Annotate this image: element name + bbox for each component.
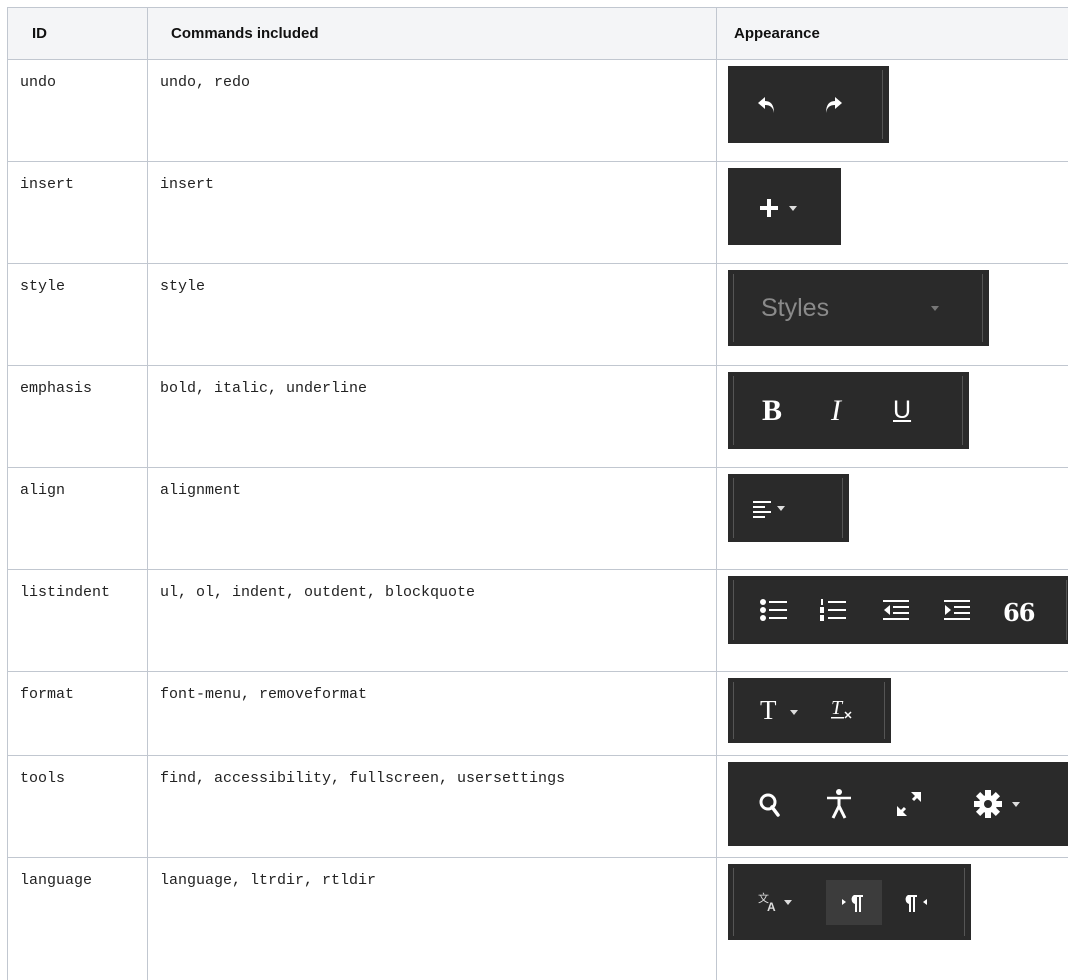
separator — [733, 868, 734, 936]
outdent-icon[interactable] — [883, 599, 909, 621]
bold-button[interactable]: B — [762, 394, 782, 428]
row-commands: insert — [148, 162, 717, 264]
separator — [884, 682, 885, 739]
separator — [842, 478, 843, 538]
underline-button[interactable]: U — [893, 396, 911, 425]
separator — [964, 868, 965, 936]
row-id: insert — [8, 162, 148, 264]
row-appearance: 66 — [717, 570, 1068, 672]
separator — [733, 682, 734, 739]
row-id: emphasis — [8, 366, 148, 468]
chevron-down-icon — [790, 710, 798, 715]
header-id: ID — [8, 8, 148, 60]
row-id: undo — [8, 60, 148, 162]
table-row: tools find, accessibility, fullscreen, u… — [8, 756, 1068, 858]
row-id: listindent — [8, 570, 148, 672]
row-appearance: T T — [717, 672, 1068, 756]
row-appearance — [717, 60, 1068, 162]
row-id: align — [8, 468, 148, 570]
numbered-list-icon[interactable] — [819, 599, 847, 621]
table-row: emphasis bold, italic, underline B I U — [8, 366, 1068, 468]
table-row: language language, ltrdir, rtldir 文A — [8, 858, 1068, 980]
tools-toolbar — [728, 762, 1068, 846]
row-appearance — [717, 162, 1068, 264]
blockquote-icon[interactable]: 66 — [1003, 598, 1034, 627]
separator — [962, 376, 963, 445]
row-commands: alignment — [148, 468, 717, 570]
commands-table: ID Commands included Appearance undo und… — [7, 7, 1068, 980]
bullet-list-icon[interactable] — [760, 599, 788, 621]
separator — [1066, 580, 1067, 640]
row-id: tools — [8, 756, 148, 858]
row-appearance: 文A — [717, 858, 1068, 980]
chevron-down-icon — [931, 306, 939, 311]
table-row: align alignment — [8, 468, 1068, 570]
svg-text:A: A — [767, 900, 776, 913]
translate-icon[interactable]: 文A — [758, 891, 780, 913]
insert-toolbar — [728, 168, 841, 245]
row-appearance: B I U — [717, 366, 1068, 468]
header-commands: Commands included — [148, 8, 717, 60]
row-commands: language, ltrdir, rtldir — [148, 858, 717, 980]
accessibility-icon[interactable] — [825, 789, 853, 819]
row-id: format — [8, 672, 148, 756]
emphasis-toolbar: B I U — [728, 372, 969, 449]
rtl-paragraph-icon[interactable] — [905, 893, 929, 913]
table-row: style style Styles — [8, 264, 1068, 366]
row-id: style — [8, 264, 148, 366]
row-appearance: Styles — [717, 264, 1068, 366]
header-appearance: Appearance — [717, 8, 1068, 60]
chevron-down-icon — [1012, 802, 1020, 807]
undo-toolbar — [728, 66, 889, 143]
separator — [982, 274, 983, 342]
plus-icon[interactable] — [758, 197, 780, 219]
font-menu-button[interactable]: T — [760, 695, 777, 726]
row-id: language — [8, 858, 148, 980]
header-row: ID Commands included Appearance — [8, 8, 1068, 60]
italic-button[interactable]: I — [831, 394, 841, 428]
table-row: format font-menu, removeformat T T — [8, 672, 1068, 756]
table-row: insert insert — [8, 162, 1068, 264]
svg-text:T: T — [831, 697, 844, 719]
ltr-paragraph-icon — [841, 893, 865, 913]
remove-format-icon[interactable]: T — [830, 697, 854, 721]
chevron-down-icon — [789, 206, 797, 211]
format-toolbar: T T — [728, 678, 891, 743]
row-commands: bold, italic, underline — [148, 366, 717, 468]
chevron-down-icon — [777, 506, 785, 511]
row-appearance — [717, 468, 1068, 570]
redo-icon[interactable] — [822, 94, 844, 116]
table-row: listindent ul, ol, indent, outdent, bloc… — [8, 570, 1068, 672]
row-appearance — [717, 756, 1068, 858]
row-commands: font-menu, removeformat — [148, 672, 717, 756]
row-commands: undo, redo — [148, 60, 717, 162]
fullscreen-icon[interactable] — [895, 790, 923, 818]
language-toolbar: 文A — [728, 864, 971, 940]
chevron-down-icon — [784, 900, 792, 905]
indent-icon[interactable] — [944, 599, 970, 621]
row-commands: find, accessibility, fullscreen, userset… — [148, 756, 717, 858]
separator — [733, 376, 734, 445]
table-row: undo undo, redo — [8, 60, 1068, 162]
row-commands: ul, ol, indent, outdent, blockquote — [148, 570, 717, 672]
row-commands: style — [148, 264, 717, 366]
align-left-icon[interactable] — [753, 500, 773, 518]
search-icon[interactable] — [758, 792, 782, 818]
separator — [733, 580, 734, 640]
separator — [733, 478, 734, 538]
styles-toolbar: Styles — [728, 270, 989, 346]
styles-dropdown-label[interactable]: Styles — [761, 294, 829, 323]
gear-icon[interactable] — [973, 789, 1003, 819]
listindent-toolbar: 66 — [728, 576, 1068, 644]
ltr-direction-button[interactable] — [826, 880, 882, 925]
align-toolbar — [728, 474, 849, 542]
undo-icon[interactable] — [756, 94, 778, 116]
separator — [733, 274, 734, 342]
separator — [882, 70, 883, 139]
